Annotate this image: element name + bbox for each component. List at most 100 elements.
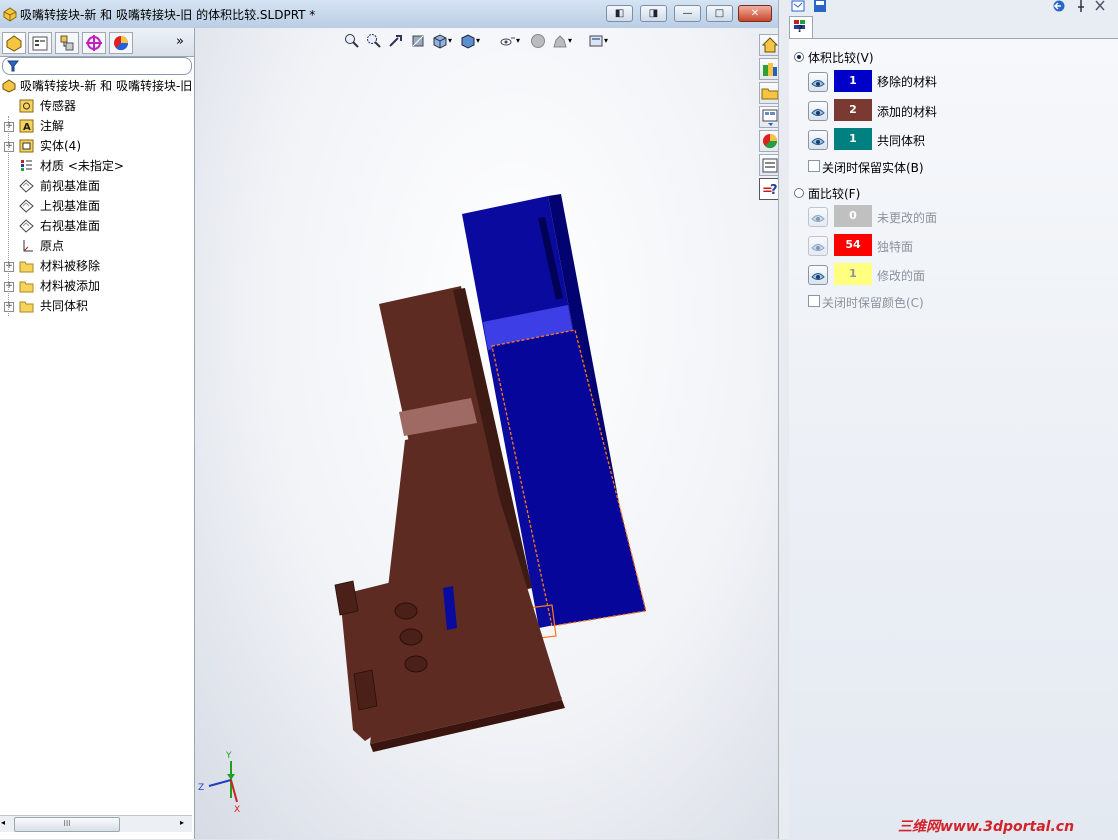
- close-pane-icon[interactable]: [1094, 0, 1106, 12]
- compare-task-pane: ? 体积比较(V) 1 移除的材料 2 添加的材料 1 共同体积 关闭时保留实体…: [789, 0, 1118, 840]
- tab-configuration-manager[interactable]: [55, 32, 79, 54]
- property-manager-icon: [32, 36, 48, 51]
- tile-right-button[interactable]: ◨: [640, 5, 667, 22]
- dimxpert-icon: [86, 35, 102, 51]
- sensor-icon: [19, 99, 34, 113]
- plane-icon: [19, 219, 34, 233]
- face-compare-label: 面比较(F): [808, 187, 861, 201]
- tree-item[interactable]: + 材料被添加: [0, 276, 194, 296]
- tree-item[interactable]: 上视基准面: [0, 196, 194, 216]
- show-modified-faces-button[interactable]: [808, 265, 828, 285]
- tree-item-label: 上视基准面: [40, 199, 101, 213]
- tree-item-label: 共同体积: [40, 299, 89, 313]
- unique-faces-label: 独特面: [877, 240, 914, 254]
- eye-icon: [811, 138, 825, 145]
- expand-toggle-icon[interactable]: +: [4, 142, 14, 152]
- watermark-text: 三维网www.3dportal.cn: [898, 819, 1075, 835]
- tree-item[interactable]: + A 注解: [0, 116, 194, 136]
- expand-toggle-icon[interactable]: +: [4, 122, 14, 132]
- show-unique-faces-button[interactable]: [808, 236, 828, 256]
- plane-icon: [19, 179, 34, 193]
- tree-item-label: 实体(4): [40, 139, 81, 153]
- feature-manager-icon: [6, 35, 22, 52]
- keep-colors-label: 关闭时保留颜色(C): [822, 296, 924, 310]
- triad-y-label: Y: [225, 751, 232, 761]
- scroll-right-arrow-icon[interactable]: ▸: [180, 818, 190, 829]
- keep-colors-checkbox[interactable]: [808, 295, 820, 307]
- annotation-icon: A: [19, 119, 34, 133]
- solid-bodies-icon: [19, 139, 34, 153]
- volume-compare-radio[interactable]: [794, 52, 804, 62]
- tree-item[interactable]: 右视基准面: [0, 216, 194, 236]
- tree-item-label: 传感器: [40, 99, 77, 113]
- show-unchanged-faces-button[interactable]: [808, 207, 828, 227]
- triad-x-label: X: [234, 805, 240, 815]
- volume-compare-label: 体积比较(V): [808, 51, 874, 65]
- expand-toggle-icon[interactable]: +: [4, 262, 14, 272]
- tree-guide-line: [8, 116, 9, 316]
- tree-item-label: 材质 <未指定>: [40, 159, 124, 173]
- show-common-volume-button[interactable]: [808, 130, 828, 150]
- pin-icon[interactable]: [1075, 0, 1087, 12]
- close-button[interactable]: ✕: [738, 5, 772, 22]
- maximize-button[interactable]: □: [706, 5, 733, 22]
- keep-bodies-checkbox[interactable]: [808, 160, 820, 172]
- tree-item-label: 前视基准面: [40, 179, 101, 193]
- tab-feature-manager[interactable]: [2, 32, 26, 54]
- report-icon[interactable]: [791, 0, 805, 12]
- compare-results-tab[interactable]: ?: [789, 16, 813, 38]
- removed-material-count-badge: 1: [834, 70, 872, 92]
- unique-faces-count-badge: 54: [834, 234, 872, 256]
- appearances-icon: [763, 134, 778, 149]
- show-added-material-button[interactable]: [808, 101, 828, 121]
- custom-properties-icon: [762, 158, 778, 173]
- scroll-thumb[interactable]: III: [14, 817, 120, 832]
- show-removed-material-button[interactable]: [808, 72, 828, 92]
- triad-z-label: Z: [198, 783, 204, 793]
- tree-item[interactable]: + 实体(4): [0, 136, 194, 156]
- back-arrow-icon[interactable]: [1052, 0, 1066, 12]
- display-manager-icon: [114, 36, 129, 51]
- tab-property-manager[interactable]: [28, 32, 52, 54]
- compare-tab-label: ?: [797, 24, 803, 35]
- compare-results-body: 体积比较(V) 1 移除的材料 2 添加的材料 1 共同体积 关闭时保留实体(B…: [789, 38, 1118, 840]
- tile-left-button[interactable]: ◧: [606, 5, 633, 22]
- tab-display-manager[interactable]: [109, 32, 133, 54]
- folder-icon: [19, 279, 34, 293]
- tree-item[interactable]: 原点: [0, 236, 194, 256]
- modified-faces-count-badge: 1: [834, 263, 872, 285]
- tree-item[interactable]: + 共同体积: [0, 296, 194, 316]
- compare-documents-icon: =?: [762, 183, 778, 198]
- keep-bodies-label: 关闭时保留实体(B): [822, 161, 924, 175]
- feature-filter-input[interactable]: [2, 57, 192, 75]
- graphics-viewport[interactable]: ▾ ▾ ▾ ▾ ▾ Y Z X: [195, 28, 778, 839]
- part-document-icon: [3, 7, 17, 22]
- tab-dimxpert-manager[interactable]: [82, 32, 106, 54]
- added-material-label: 添加的材料: [877, 105, 938, 119]
- unchanged-faces-count-badge: 0: [834, 205, 872, 227]
- tree-item[interactable]: 前视基准面: [0, 176, 194, 196]
- folder-icon: [761, 88, 779, 100]
- expand-toggle-icon[interactable]: +: [4, 282, 14, 292]
- expand-toggle-icon[interactable]: +: [4, 302, 14, 312]
- tree-item-label: 材料被添加: [40, 279, 101, 293]
- tree-item-label: 材料被移除: [40, 259, 101, 273]
- configuration-manager-icon: [60, 35, 74, 51]
- save-icon[interactable]: [813, 0, 827, 12]
- folder-icon: [19, 299, 34, 313]
- more-tabs-button[interactable]: »: [176, 34, 184, 49]
- plane-icon: [19, 199, 34, 213]
- tree-root-part[interactable]: 吸嘴转接块-新 和 吸嘴转接块-旧: [0, 76, 194, 96]
- tree-item[interactable]: 材质 <未指定>: [0, 156, 194, 176]
- face-compare-radio[interactable]: [794, 188, 804, 198]
- tree-item[interactable]: + 材料被移除: [0, 256, 194, 276]
- horizontal-scrollbar[interactable]: ◂ III ▸: [0, 815, 192, 832]
- scroll-left-arrow-icon[interactable]: ◂: [1, 818, 11, 829]
- tree-item[interactable]: 传感器: [0, 96, 194, 116]
- unchanged-faces-label: 未更改的面: [877, 211, 938, 225]
- removed-material-label: 移除的材料: [877, 75, 938, 89]
- modified-faces-label: 修改的面: [877, 269, 926, 283]
- minimize-button[interactable]: —: [674, 5, 701, 22]
- model-graphics[interactable]: Y Z X: [195, 28, 778, 839]
- folder-icon: [19, 259, 34, 273]
